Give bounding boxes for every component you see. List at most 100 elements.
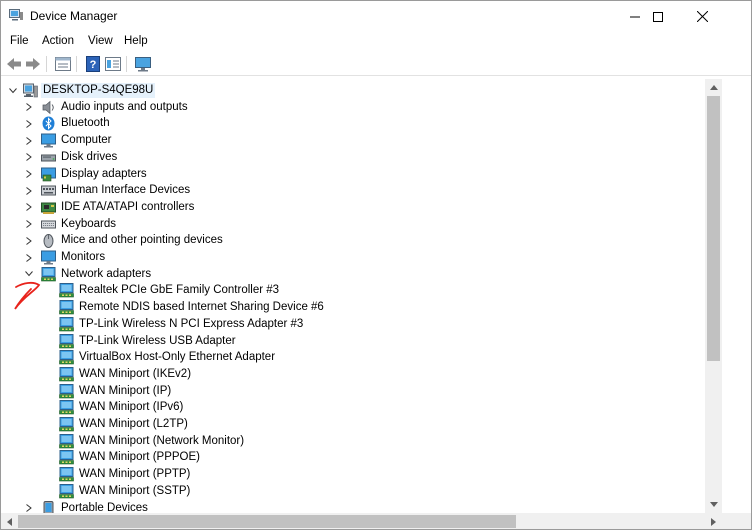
menu-help[interactable]: Help <box>124 35 148 47</box>
keyboard-icon <box>41 220 56 229</box>
title-bar: Device Manager <box>1 1 751 32</box>
expand-chevron-icon[interactable] <box>23 182 35 199</box>
scroll-right-arrow-icon[interactable] <box>705 513 722 529</box>
tree-device-label: WAN Miniport (IP) <box>79 384 172 397</box>
tree-device-row[interactable]: WAN Miniport (IPv6) <box>1 399 701 416</box>
tree-category-row[interactable]: Audio inputs and outputs <box>1 99 701 116</box>
mouse-icon <box>43 234 54 249</box>
network-adapter-icon <box>59 333 74 348</box>
tree-category-row[interactable]: Bluetooth <box>1 115 701 132</box>
tree-device-label: Realtek PCIe GbE Family Controller #3 <box>79 284 280 297</box>
horizontal-scrollbar[interactable] <box>1 513 722 529</box>
maximize-icon <box>653 11 663 22</box>
expand-chevron-icon[interactable] <box>23 249 35 266</box>
forward-button[interactable] <box>24 55 42 73</box>
expand-chevron-icon[interactable] <box>23 99 35 116</box>
tree-device-row[interactable]: WAN Miniport (Network Monitor) <box>1 433 701 450</box>
hid-icon <box>41 185 56 196</box>
help-button[interactable]: ? <box>84 55 102 73</box>
scan-hardware-button[interactable] <box>134 55 152 73</box>
tree-device-label: WAN Miniport (Network Monitor) <box>79 434 245 447</box>
details-button[interactable] <box>104 55 122 73</box>
scroll-down-arrow-icon[interactable] <box>705 496 722 513</box>
tree-device-row[interactable]: WAN Miniport (IP) <box>1 383 701 400</box>
close-icon <box>696 11 708 22</box>
device-manager-window: Device Manager File Action View Help ? D… <box>0 0 752 530</box>
tree-device-row[interactable]: TP-Link Wireless USB Adapter <box>1 333 701 350</box>
computer-icon <box>23 83 38 98</box>
tree-device-row[interactable]: WAN Miniport (PPPOE) <box>1 449 701 466</box>
toolbar-separator <box>126 56 127 72</box>
tree-category-row[interactable]: Disk drives <box>1 149 701 166</box>
expand-chevron-icon[interactable] <box>23 115 35 132</box>
toolbar-separator <box>46 56 47 72</box>
network-adapter-icon <box>59 433 74 448</box>
menu-bar: File Action View Help <box>1 32 751 52</box>
menu-action[interactable]: Action <box>42 35 74 47</box>
expand-chevron-icon[interactable] <box>23 132 35 149</box>
tree-device-row[interactable]: Realtek PCIe GbE Family Controller #3 <box>1 282 701 299</box>
tree-device-row[interactable]: TP-Link Wireless N PCI Express Adapter #… <box>1 316 701 333</box>
details-icon <box>105 57 121 71</box>
expand-chevron-icon[interactable] <box>23 232 35 249</box>
tree-category-row[interactable]: Mice and other pointing devices <box>1 232 701 249</box>
tree-root-row[interactable]: DESKTOP-S4QE98U <box>1 82 701 99</box>
properties-button[interactable] <box>54 55 72 73</box>
network-adapter-icon <box>59 450 74 465</box>
svg-text:?: ? <box>90 59 97 71</box>
expand-chevron-icon[interactable] <box>23 149 35 166</box>
tree-category-label: Human Interface Devices <box>61 184 191 197</box>
tree-category-label: IDE ATA/ATAPI controllers <box>61 200 195 213</box>
tree-category-row[interactable]: Network adapters <box>1 266 701 283</box>
scroll-up-arrow-icon[interactable] <box>705 79 722 96</box>
disk-drive-icon <box>41 154 56 162</box>
tree-device-row[interactable]: VirtualBox Host-Only Ethernet Adapter <box>1 349 701 366</box>
network-adapter-icon <box>59 417 74 432</box>
vertical-scrollbar[interactable] <box>705 79 722 513</box>
tree-category-row[interactable]: Display adapters <box>1 166 701 183</box>
tree-category-row[interactable]: IDE ATA/ATAPI controllers <box>1 199 701 216</box>
tree-device-row[interactable]: WAN Miniport (SSTP) <box>1 483 701 500</box>
back-button[interactable] <box>5 55 23 73</box>
network-adapter-icon <box>59 316 74 332</box>
expand-chevron-icon[interactable] <box>23 166 35 183</box>
monitor-icon <box>135 56 151 71</box>
horizontal-scroll-thumb[interactable] <box>18 515 516 528</box>
maximize-button[interactable] <box>635 1 681 32</box>
tree-device-row[interactable]: WAN Miniport (IKEv2) <box>1 366 701 383</box>
menu-view[interactable]: View <box>88 35 113 47</box>
network-adapter-icon <box>59 400 74 415</box>
tree-device-row[interactable]: WAN Miniport (PPTP) <box>1 466 701 483</box>
scrollbar-corner <box>722 513 751 529</box>
bluetooth-icon <box>42 116 55 131</box>
tree-device-row[interactable]: WAN Miniport (L2TP) <box>1 416 701 433</box>
menu-file[interactable]: File <box>10 35 29 47</box>
tree-category-row[interactable]: Keyboards <box>1 216 701 233</box>
tree-device-label: TP-Link Wireless USB Adapter <box>79 334 236 347</box>
network-adapter-icon <box>59 283 74 298</box>
scroll-left-arrow-icon[interactable] <box>1 513 18 529</box>
tree-device-label: WAN Miniport (IPv6) <box>79 401 184 414</box>
tree-category-row[interactable]: Monitors <box>1 249 701 266</box>
forward-icon <box>26 58 40 70</box>
expand-chevron-icon[interactable] <box>23 500 35 514</box>
help-icon: ? <box>86 56 100 72</box>
back-icon <box>7 58 21 70</box>
tree-category-row[interactable]: Computer <box>1 132 701 149</box>
tree-category-label: Network adapters <box>61 267 152 280</box>
expand-chevron-icon[interactable] <box>23 216 35 233</box>
tree-device-row[interactable]: Remote NDIS based Internet Sharing Devic… <box>1 299 701 316</box>
annotation-mark <box>14 281 41 310</box>
expand-chevron-icon[interactable] <box>23 199 35 216</box>
tree-category-label: Monitors <box>61 251 106 263</box>
collapse-chevron-icon[interactable] <box>7 82 19 99</box>
vertical-scroll-thumb[interactable] <box>707 96 720 361</box>
toolbar: ? <box>1 52 751 76</box>
tree-category-row[interactable]: Portable Devices <box>1 500 701 514</box>
tree-category-label: Disk drives <box>61 150 118 163</box>
computer-icon <box>41 133 56 148</box>
close-button[interactable] <box>679 1 725 32</box>
tree-category-row[interactable]: Human Interface Devices <box>1 182 701 199</box>
monitor-icon <box>41 250 56 265</box>
speaker-icon <box>42 100 54 114</box>
